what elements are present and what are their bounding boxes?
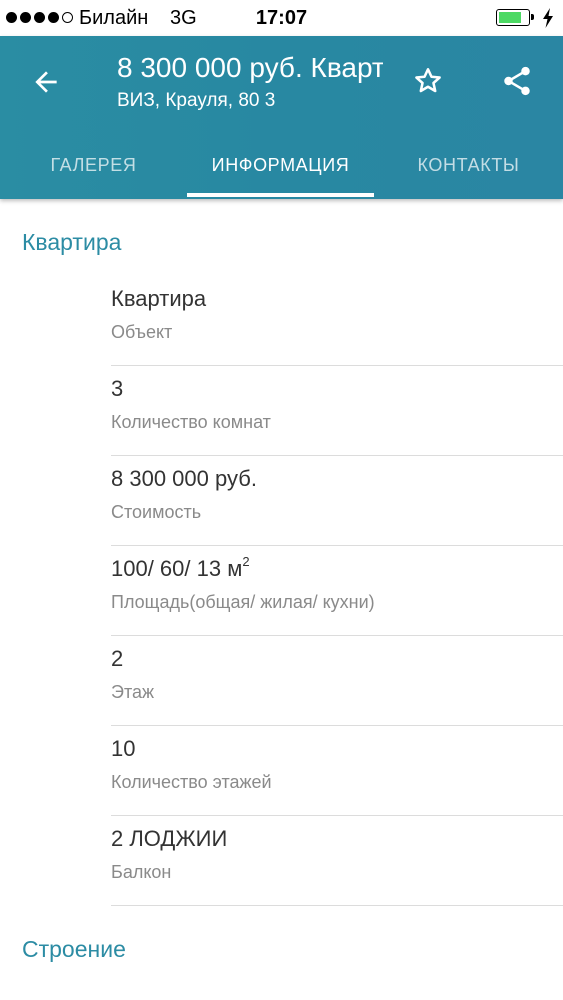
- field-value: 8 300 000 руб.: [111, 466, 257, 491]
- active-tab-indicator: [187, 193, 374, 197]
- page-title: 8 300 000 руб. Квартира: [117, 52, 383, 83]
- area-unit-superscript: 2: [242, 554, 250, 569]
- field-price: 8 300 000 руб. Стоимость: [111, 456, 563, 546]
- tab-bar: ГАЛЕРЕЯ ИНФОРМАЦИЯ КОНТАКТЫ: [0, 132, 563, 199]
- area-value: 100/ 60/ 13 м: [111, 556, 243, 581]
- field-value: 100/ 60/ 13 м2: [111, 554, 250, 582]
- field-label: Площадь(общая/ жилая/ кухни): [111, 592, 375, 612]
- battery-icon: [496, 9, 534, 26]
- share-button[interactable]: [494, 58, 540, 104]
- field-area: 100/ 60/ 13 м2 Площадь(общая/ жилая/ кух…: [111, 546, 563, 636]
- field-object: Квартира Объект: [111, 276, 563, 366]
- field-value: 3: [111, 376, 124, 401]
- field-balcony: 2 ЛОДЖИИ Балкон: [111, 816, 563, 906]
- field-label: Объект: [111, 322, 173, 342]
- field-label: Балкон: [111, 862, 172, 882]
- battery-nub: [531, 14, 534, 20]
- tab-gallery[interactable]: ГАЛЕРЕЯ: [0, 132, 187, 199]
- field-rooms: 3 Количество комнат: [111, 366, 563, 456]
- section-title-building: Строение: [22, 936, 126, 962]
- battery-level: [499, 12, 521, 23]
- arrow-left-icon: [35, 71, 57, 93]
- field-label: Количество этажей: [111, 772, 272, 792]
- field-value: 10: [111, 736, 136, 761]
- field-label: Стоимость: [111, 502, 202, 522]
- status-bar: Билайн 3G 17:07: [0, 0, 563, 36]
- bolt-icon: [543, 8, 553, 28]
- field-value: 2: [111, 646, 124, 671]
- field-label: Этаж: [111, 682, 155, 702]
- field-value: 2 ЛОДЖИИ: [111, 826, 228, 851]
- share-icon: [504, 66, 530, 96]
- app-bar: 8 300 000 руб. Квартира ВИЗ, Крауля, 80 …: [0, 36, 563, 199]
- section-title-apartment: Квартира: [22, 229, 122, 255]
- field-label: Количество комнат: [111, 412, 271, 432]
- field-floor: 2 Этаж: [111, 636, 563, 726]
- status-time: 17:07: [255, 7, 308, 29]
- page-subtitle: ВИЗ, Крауля, 80 3: [117, 90, 276, 111]
- back-button[interactable]: [22, 58, 70, 106]
- info-content[interactable]: Квартира Квартира Объект 3 Количество ко…: [0, 199, 563, 1000]
- field-value: Квартира: [111, 286, 207, 311]
- star-outline-icon: [415, 68, 441, 93]
- favorite-button[interactable]: [405, 58, 451, 104]
- tab-contacts[interactable]: КОНТАКТЫ: [374, 132, 563, 199]
- field-total-floors: 10 Количество этажей: [111, 726, 563, 816]
- title-block: 8 300 000 руб. Квартира ВИЗ, Крауля, 80 …: [117, 50, 383, 114]
- tab-information[interactable]: ИНФОРМАЦИЯ: [187, 132, 374, 199]
